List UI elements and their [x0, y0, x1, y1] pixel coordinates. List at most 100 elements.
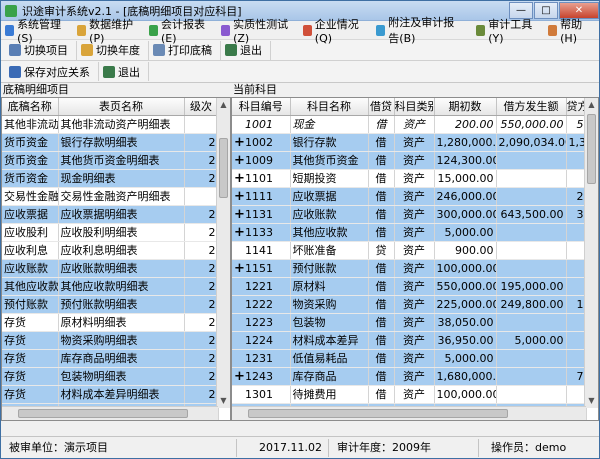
table-row[interactable]: 1301 待摊费用借资产 100,000.00 [232, 385, 587, 404]
table-row[interactable]: 1141 坏账准备贷资产 900.00 [232, 241, 587, 260]
left-column-header[interactable]: 级次 [184, 98, 219, 116]
exit-icon [225, 44, 237, 56]
table-row[interactable]: 其他非流动资其他非流动资产明细表 [2, 115, 219, 134]
table-row[interactable]: 存货 原材料明细表 2 [2, 313, 219, 332]
table-row[interactable]: +1131 应收账款借资产 300,000.00 643,500.00 3 [232, 205, 587, 224]
table-row[interactable]: 应收账款 应收账款明细表 2 [2, 259, 219, 278]
right-column-header[interactable]: 借方发生额 [496, 98, 567, 116]
menu-item-0[interactable]: 系统管理(S) [1, 18, 73, 45]
account-name-cell: 应收账款 [290, 205, 369, 224]
account-code-cell: +1002 [232, 133, 291, 152]
expand-plus-icon[interactable]: + [234, 225, 245, 240]
expand-plus-icon[interactable]: + [234, 171, 245, 186]
toolbar-button-1[interactable]: 切换年度 [77, 40, 149, 60]
right-horizontal-scrollbar[interactable] [232, 406, 586, 420]
right-panel: 当前科目 科目编号科目名称借贷科目类别期初数借方发生额贷方 1001现金借资产2… [231, 83, 599, 435]
right-column-header[interactable]: 贷方 [566, 98, 587, 116]
right-column-header[interactable]: 科目编号 [232, 98, 291, 116]
right-hscroll-thumb[interactable] [248, 409, 508, 418]
table-row[interactable]: 1224 材料成本差异借资产 36,950.00 5,000.00 [232, 331, 587, 350]
right-column-header[interactable]: 科目类别 [394, 98, 435, 116]
right-scroll-thumb[interactable] [587, 114, 596, 184]
menu-item-2[interactable]: 会计报表(E) [145, 18, 217, 45]
table-row[interactable]: 预付账款 预付账款明细表 2 [2, 295, 219, 314]
menu-item-5[interactable]: 附注及审计报告(B) [372, 16, 472, 45]
toolbar-button-label: 打印底稿 [168, 44, 212, 57]
table-row[interactable]: 交易性金融资交易性金融资产明细表 [2, 187, 219, 206]
right-vertical-scrollbar[interactable]: ▲ ▼ [584, 98, 598, 408]
table-row[interactable]: 存货 库存商品明细表 2 [2, 349, 219, 368]
left-column-header[interactable]: 表页名称 [58, 98, 185, 116]
switch-project-icon [9, 44, 21, 56]
draft-name-cell: 其他非流动资 [2, 115, 59, 134]
scroll-up-icon[interactable]: ▲ [217, 98, 230, 112]
table-row[interactable]: 1001 现金借资产 200.00 550,000.00 5 [232, 115, 587, 134]
table-row[interactable]: 应收利息 应收利息明细表 2 [2, 241, 219, 260]
scroll-down-icon[interactable]: ▼ [217, 394, 230, 408]
table-row[interactable]: 应收股利 应收股利明细表 2 [2, 223, 219, 242]
toolbar-button-3[interactable]: 退出 [221, 40, 271, 60]
expand-plus-icon[interactable]: + [234, 369, 245, 384]
account-name-cell: 坏账准备 [290, 241, 369, 260]
app-window: 识途审计系统v2.1 - [底稿明细项目对应科目] — □ ✕ 系统管理(S) 数… [0, 0, 600, 459]
debit-amount-cell: 249,800.00 [496, 295, 567, 314]
scroll-down-icon[interactable]: ▼ [585, 394, 598, 408]
expand-plus-icon[interactable]: + [234, 135, 245, 150]
menu-item-4[interactable]: 企业情况(Q) [299, 18, 373, 45]
credit-amount-cell [566, 385, 587, 404]
table-row[interactable]: 应收票据 应收票据明细表 2 [2, 205, 219, 224]
right-column-header[interactable]: 借贷 [368, 98, 395, 116]
expand-plus-icon[interactable]: + [234, 261, 245, 276]
table-row[interactable]: 存货 包装物明细表 2 [2, 367, 219, 386]
table-row[interactable]: +1133 其他应收款借资产 5,000.00 [232, 223, 587, 242]
scroll-up-icon[interactable]: ▲ [585, 98, 598, 112]
menu-item-1[interactable]: 数据维护(P) [73, 18, 145, 45]
table-row[interactable]: 1221 原材料借资产 550,000.00 195,000.00 [232, 277, 587, 296]
menu-item-6[interactable]: 审计工具(Y) [472, 18, 544, 45]
subtoolbar-button-1[interactable]: 退出 [99, 62, 149, 81]
draft-name-cell: 应收利息 [2, 241, 59, 260]
table-row[interactable]: 货币资金 银行存款明细表 2 [2, 133, 219, 152]
table-row[interactable]: +1101 短期投资借资产 15,000.00 [232, 169, 587, 188]
left-scroll-thumb[interactable] [219, 138, 228, 198]
toolbar-button-0[interactable]: 切换项目 [5, 40, 77, 60]
table-row[interactable]: 其他应收款 其他应收款明细表 2 [2, 277, 219, 296]
expand-plus-icon[interactable]: + [234, 189, 245, 204]
table-row[interactable]: 货币资金 现金明细表 2 [2, 169, 219, 188]
left-vertical-scrollbar[interactable]: ▲ ▼ [216, 98, 230, 408]
expand-plus-icon[interactable]: + [234, 153, 245, 168]
table-row[interactable]: 1223 包装物借资产 38,050.00 [232, 313, 587, 332]
table-row[interactable]: +1243库存商品借资产1,680,000.007 [232, 367, 587, 386]
table-row[interactable]: +1151 预付账款借资产 100,000.00 [232, 259, 587, 278]
right-column-header[interactable]: 期初数 [434, 98, 497, 116]
table-row[interactable]: 1222 物资采购借资产 225,000.00 249,800.00 1 [232, 295, 587, 314]
right-column-header[interactable]: 科目名称 [290, 98, 369, 116]
debit-credit-cell: 借 [368, 277, 395, 296]
subtoolbar-button-0[interactable]: 保存对应关系 [5, 62, 99, 81]
opening-balance-cell: 200.00 [434, 115, 497, 134]
table-row[interactable]: +1002银行存款借资产1,280,000.002,090,034.001,3 [232, 133, 587, 152]
menu-item-7[interactable]: 帮助(H) [544, 18, 599, 45]
opening-balance-cell: 246,000.00 [434, 187, 497, 206]
credit-amount-cell: 2 [566, 187, 587, 206]
table-row[interactable]: 存货 材料成本差异明细表 2 [2, 385, 219, 404]
maximize-button[interactable]: □ [534, 1, 558, 19]
draft-items-grid[interactable]: 底稿名称表页名称级次 其他非流动资其他非流动资产明细表货币资金银行存款明细表2货… [1, 97, 231, 421]
left-hscroll-thumb[interactable] [18, 409, 188, 418]
account-name-cell: 其他应收款 [290, 223, 369, 242]
expand-plus-icon[interactable]: + [234, 207, 245, 222]
table-row[interactable]: +1009 其他货币资金借资产 124,300.00 [232, 151, 587, 170]
table-row[interactable]: +1111 应收票据借资产 246,000.00 2 [232, 187, 587, 206]
toolbar-button-2[interactable]: 打印底稿 [149, 40, 221, 60]
left-horizontal-scrollbar[interactable] [2, 406, 218, 420]
credit-amount-cell [566, 151, 587, 170]
account-code: 1001 [245, 117, 273, 131]
table-row[interactable]: 1231 低值易耗品借资产 5,000.00 [232, 349, 587, 368]
menu-item-3[interactable]: 实质性测试(Z) [217, 18, 299, 45]
accounts-grid[interactable]: 科目编号科目名称借贷科目类别期初数借方发生额贷方 1001现金借资产200.00… [231, 97, 599, 421]
opening-balance-cell: 36,950.00 [434, 331, 497, 350]
table-row[interactable]: 存货 物资采购明细表 2 [2, 331, 219, 350]
page-name-cell: 原材料明细表 [58, 313, 185, 332]
left-column-header[interactable]: 底稿名称 [2, 98, 59, 116]
table-row[interactable]: 货币资金 其他货币资金明细表 2 [2, 151, 219, 170]
